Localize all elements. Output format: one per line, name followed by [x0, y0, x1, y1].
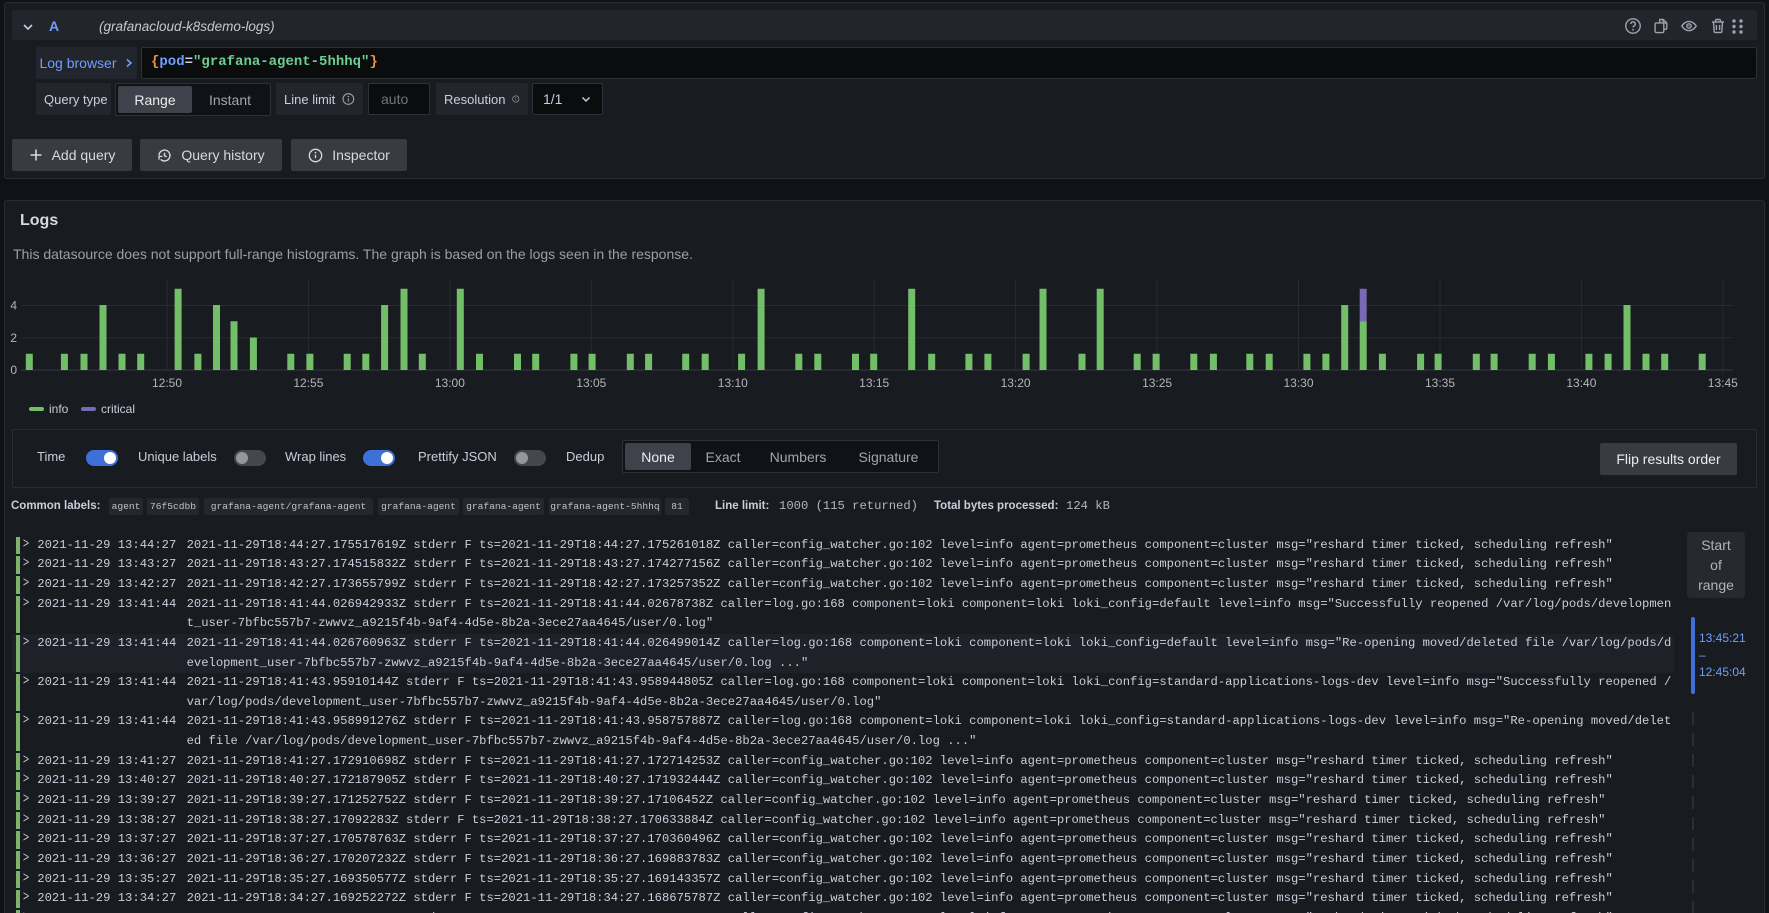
svg-text:13:15: 13:15	[859, 376, 889, 390]
svg-text:13:00: 13:00	[435, 376, 465, 390]
svg-text:13:20: 13:20	[1001, 376, 1031, 390]
svg-text:13:25: 13:25	[1142, 376, 1172, 390]
svg-text:13:05: 13:05	[576, 376, 606, 390]
svg-text:13:10: 13:10	[718, 376, 748, 390]
svg-text:12:50: 12:50	[152, 376, 182, 390]
svg-text:13:30: 13:30	[1283, 376, 1313, 390]
svg-text:12:55: 12:55	[293, 376, 323, 390]
svg-text:2: 2	[10, 331, 17, 345]
svg-text:13:45: 13:45	[1708, 376, 1738, 390]
svg-text:13:35: 13:35	[1425, 376, 1455, 390]
svg-text:0: 0	[10, 363, 17, 377]
svg-text:4: 4	[10, 299, 17, 313]
svg-text:13:40: 13:40	[1566, 376, 1596, 390]
